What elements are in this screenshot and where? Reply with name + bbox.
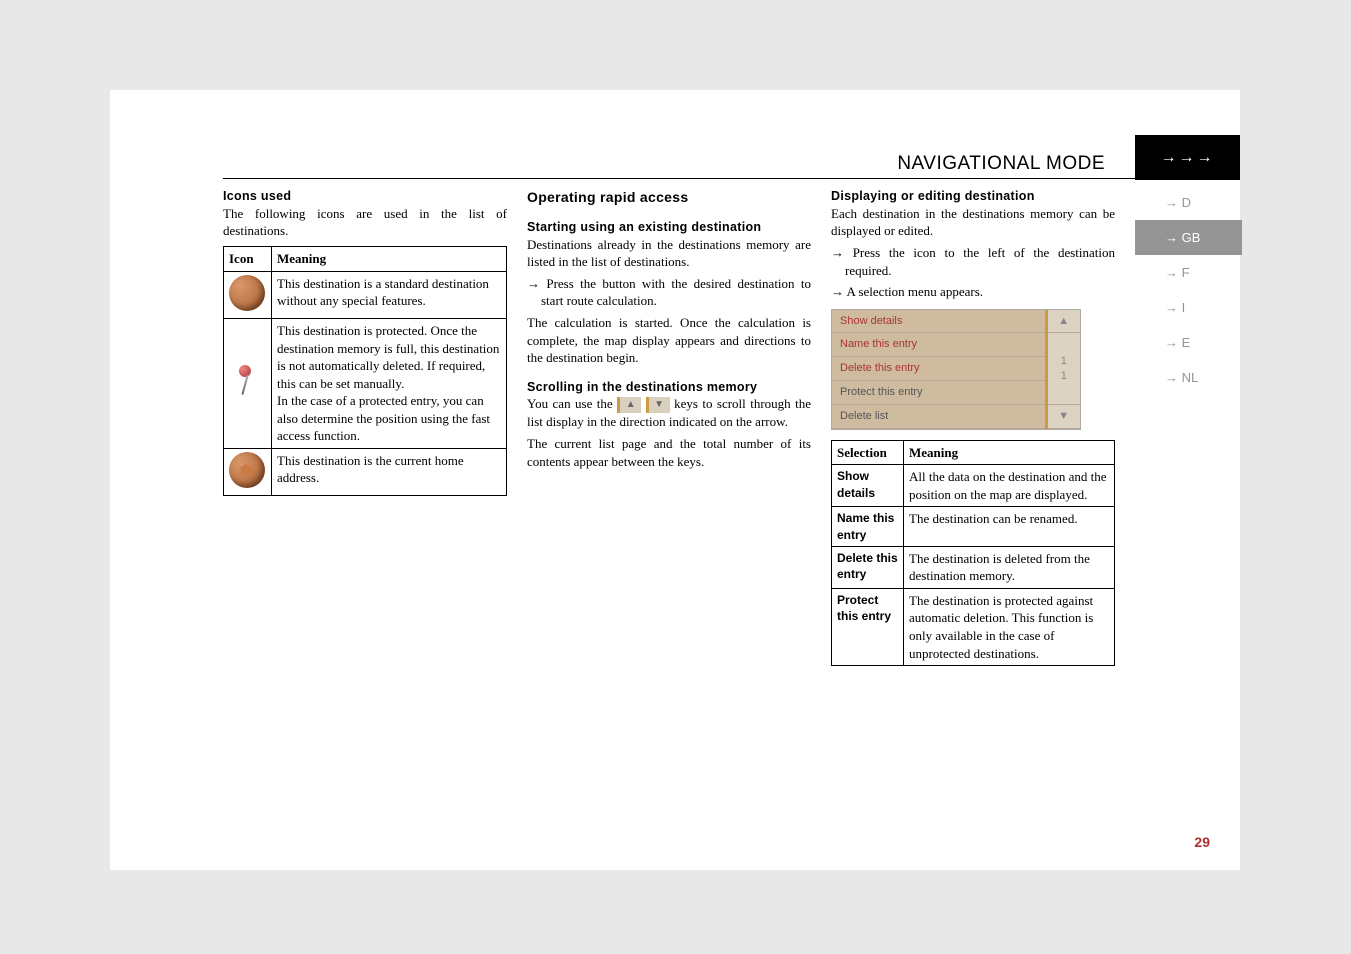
step-text: A selection menu appears. bbox=[847, 284, 983, 299]
col2-p1: Destinations already in the destinations… bbox=[527, 236, 811, 271]
step-text: Press the icon to the left of the destin… bbox=[845, 245, 1115, 278]
menu-item[interactable]: Delete this entry bbox=[832, 357, 1046, 381]
table-row: This destination is a standard destinati… bbox=[224, 271, 507, 319]
th-meaning: Meaning bbox=[272, 246, 507, 271]
icon-desc: This destination is protected. Once the … bbox=[272, 319, 507, 449]
lang-d[interactable]: → D bbox=[1135, 185, 1242, 220]
arrow-icon: → bbox=[831, 284, 844, 299]
menu-item[interactable]: Delete list bbox=[832, 404, 1046, 428]
lang-f[interactable]: → F bbox=[1135, 255, 1242, 290]
col2-sub1: Starting using an existing destination bbox=[527, 219, 811, 236]
pin-icon bbox=[229, 363, 259, 399]
scroll-down-button[interactable]: ▼ bbox=[1046, 404, 1080, 428]
step-text: Press the button with the desired destin… bbox=[541, 276, 811, 309]
col3-heading: Displaying or editing destination bbox=[831, 188, 1115, 205]
menu-item[interactable]: Name this entry bbox=[832, 333, 1046, 357]
sel-name: Show details bbox=[832, 465, 904, 507]
down-key-icon: ▼ bbox=[646, 397, 670, 413]
th-selection: Selection bbox=[832, 440, 904, 465]
lang-e[interactable]: → E bbox=[1135, 325, 1242, 360]
language-sidebar: → D → GB → F → I → E → NL bbox=[1135, 185, 1242, 395]
sel-desc: All the data on the destination and the … bbox=[904, 465, 1115, 507]
table-row: Delete this entry The destination is del… bbox=[832, 546, 1115, 588]
icon-desc: This destination is a standard destinati… bbox=[272, 271, 507, 319]
selection-table: Selection Meaning Show details All the d… bbox=[831, 440, 1115, 666]
sel-desc: The destination can be renamed. bbox=[904, 507, 1115, 546]
scroll-up-button[interactable]: ▲ bbox=[1046, 310, 1080, 333]
col3-p1: Each destination in the destinations mem… bbox=[831, 205, 1115, 240]
up-key-icon: ▲ bbox=[617, 397, 641, 413]
page-container: NAVIGATIONAL MODE →→→ → D → GB → F → I →… bbox=[110, 90, 1240, 870]
table-row: Name this entry The destination can be r… bbox=[832, 507, 1115, 546]
home-icon bbox=[229, 452, 265, 488]
th-meaning: Meaning bbox=[904, 440, 1115, 465]
icons-table: Icon Meaning This destination is a stand… bbox=[223, 246, 507, 496]
page-number: 29 bbox=[1194, 834, 1210, 850]
arrows-indicator: →→→ bbox=[1135, 135, 1240, 180]
menu-screenshot: Show details▲ Name this entry1 1 Delete … bbox=[831, 309, 1081, 430]
sel-name: Name this entry bbox=[832, 507, 904, 546]
globe-icon bbox=[229, 275, 265, 311]
icon-desc: This destination is the current home add… bbox=[272, 448, 507, 496]
sel-desc: The destination is protected against aut… bbox=[904, 588, 1115, 665]
column-3: Displaying or editing destination Each d… bbox=[831, 188, 1115, 666]
content-columns: Icons used The following icons are used … bbox=[223, 188, 1115, 666]
sel-desc: The destination is deleted from the dest… bbox=[904, 546, 1115, 588]
sel-name: Protect this entry bbox=[832, 588, 904, 665]
column-1: Icons used The following icons are used … bbox=[223, 188, 507, 666]
table-row: This destination is the current home add… bbox=[224, 448, 507, 496]
col1-intro: The following icons are used in the list… bbox=[223, 205, 507, 240]
lang-gb[interactable]: → GB bbox=[1135, 220, 1242, 255]
table-row: This destination is protected. Once the … bbox=[224, 319, 507, 449]
header-rule bbox=[223, 178, 1135, 179]
column-2: Operating rapid access Starting using an… bbox=[527, 188, 811, 666]
col2-p4: The current list page and the total numb… bbox=[527, 435, 811, 470]
table-row: Show details All the data on the destina… bbox=[832, 465, 1115, 507]
arrow-icon: → bbox=[527, 276, 540, 291]
sel-name: Delete this entry bbox=[832, 546, 904, 588]
col2-sub2: Scrolling in the destinations memory bbox=[527, 379, 811, 396]
col2-p2: The calculation is started. Once the cal… bbox=[527, 314, 811, 367]
col2-heading: Operating rapid access bbox=[527, 188, 811, 207]
col3-step1: → Press the icon to the left of the dest… bbox=[831, 244, 1115, 279]
col2-p3: You can use the ▲ ▼ keys to scroll throu… bbox=[527, 395, 811, 431]
col3-step2: → A selection menu appears. bbox=[831, 283, 1115, 301]
menu-item[interactable]: Protect this entry bbox=[832, 381, 1046, 405]
col2-step1: → Press the button with the desired dest… bbox=[527, 275, 811, 310]
menu-item[interactable]: Show details bbox=[832, 310, 1046, 333]
col1-heading: Icons used bbox=[223, 188, 507, 205]
page-indicator: 1 1 bbox=[1046, 333, 1080, 405]
th-icon: Icon bbox=[224, 246, 272, 271]
header-bar: NAVIGATIONAL MODE →→→ bbox=[223, 150, 1240, 180]
lang-nl[interactable]: → NL bbox=[1135, 360, 1242, 395]
p3a: You can use the bbox=[527, 396, 613, 411]
lang-i[interactable]: → I bbox=[1135, 290, 1242, 325]
arrow-icon: → bbox=[831, 245, 844, 260]
table-row: Protect this entry The destination is pr… bbox=[832, 588, 1115, 665]
section-title: NAVIGATIONAL MODE bbox=[897, 153, 1105, 175]
